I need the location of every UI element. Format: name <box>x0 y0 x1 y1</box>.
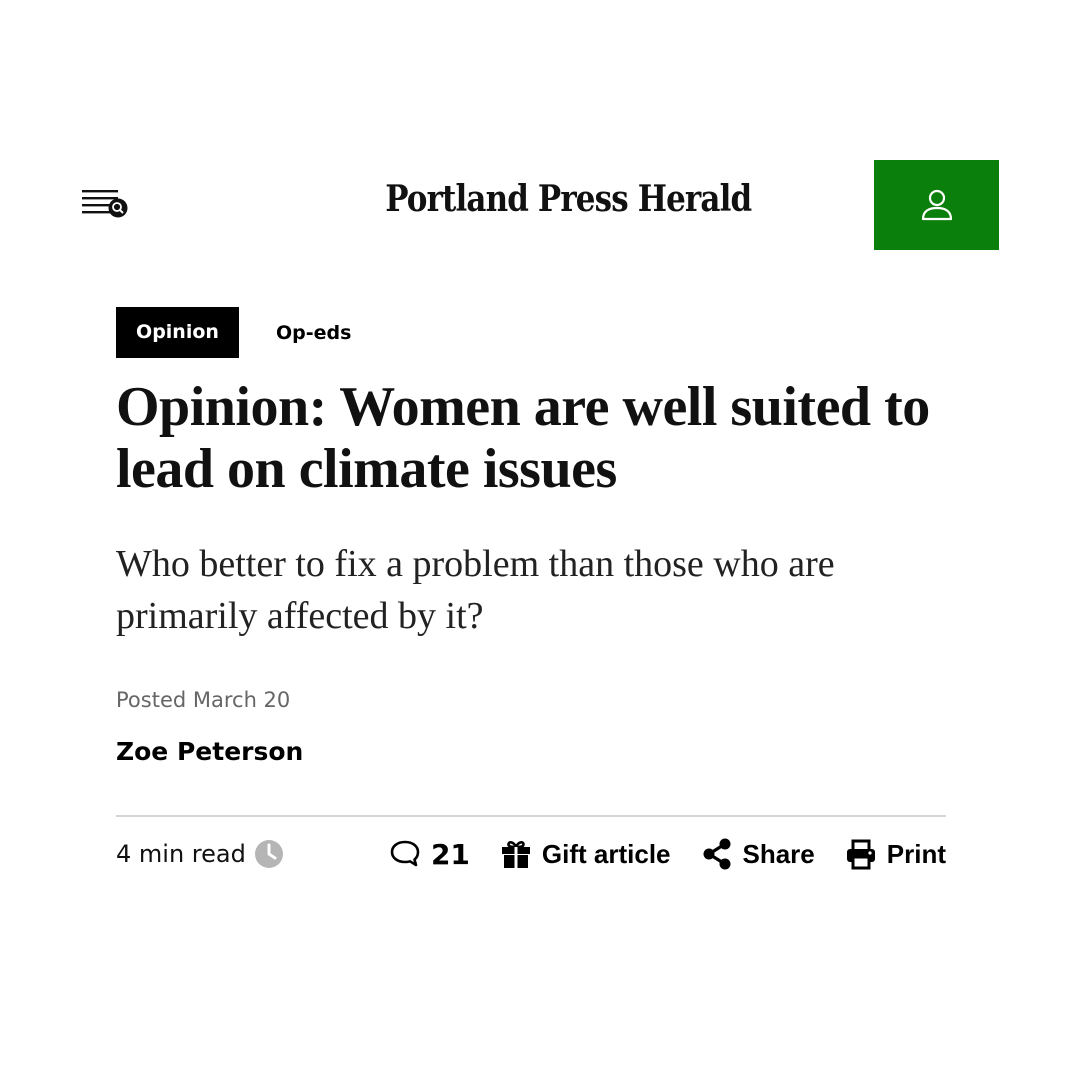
comment-icon <box>389 839 421 869</box>
print-button[interactable]: Print <box>845 838 946 870</box>
menu-search-button[interactable] <box>80 186 130 222</box>
divider <box>116 815 946 817</box>
read-time-label: 4 min read <box>116 840 246 868</box>
section-tag-opinion[interactable]: Opinion <box>116 307 239 358</box>
printer-icon <box>845 838 877 870</box>
gift-article-button[interactable]: Gift article <box>500 838 671 870</box>
gift-article-label: Gift article <box>541 838 671 869</box>
read-time: 4 min read <box>116 839 284 869</box>
print-label: Print <box>886 838 946 869</box>
author-byline[interactable]: Zoe Peterson <box>116 737 303 766</box>
account-button[interactable] <box>874 160 999 250</box>
menu-search-icon <box>82 190 128 218</box>
article-tools-bar: 4 min read 21 Gift article Share Print <box>116 832 946 876</box>
section-tags: Opinion Op-eds <box>116 307 351 358</box>
user-icon <box>921 189 952 221</box>
posted-date: Posted March 20 <box>116 688 291 712</box>
comments-count: 21 <box>430 837 470 871</box>
site-logo[interactable]: Portland Press Herald <box>385 178 752 220</box>
article-headline: Opinion: Women are well suited to lead o… <box>116 376 930 500</box>
clock-icon <box>254 839 284 869</box>
comments-button[interactable]: 21 <box>389 838 470 871</box>
gift-icon <box>500 838 532 870</box>
share-icon <box>701 838 733 870</box>
share-button[interactable]: Share <box>701 838 815 870</box>
section-tag-op-eds[interactable]: Op-eds <box>276 322 351 344</box>
article-dek: Who better to fix a problem than those w… <box>116 543 835 637</box>
share-label: Share <box>742 838 815 869</box>
article-tools: 21 Gift article Share Print <box>389 838 946 871</box>
